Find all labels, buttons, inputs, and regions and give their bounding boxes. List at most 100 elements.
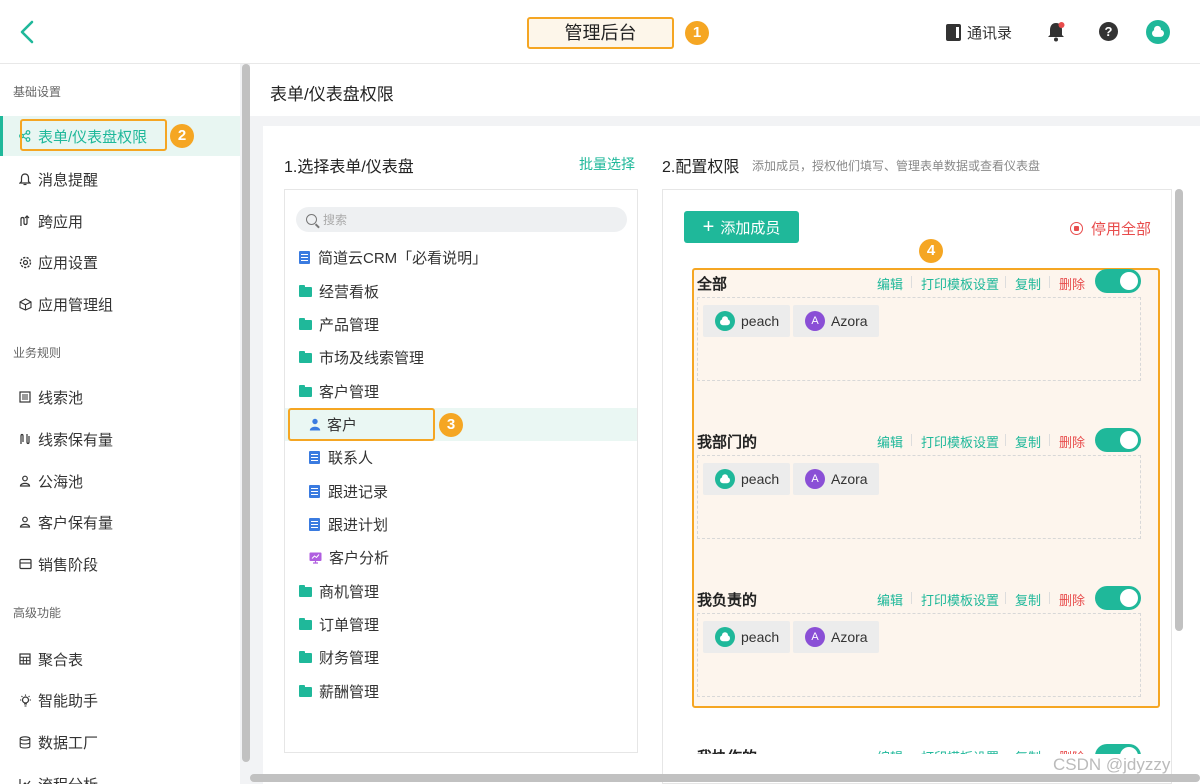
add-member-button[interactable]: + 添加成员 — [684, 211, 799, 243]
delete-link[interactable]: 删除 — [1059, 747, 1085, 754]
member-chip[interactable]: A Azora — [793, 463, 879, 495]
tree-folder-customer-mgmt[interactable]: 客户管理 — [285, 375, 637, 408]
sidebar-item-app-settings[interactable]: 应用设置 — [0, 242, 240, 282]
tree-item-label: 薪酬管理 — [319, 684, 380, 701]
step-marker-3: 3 — [439, 413, 463, 437]
edit-link[interactable]: 编辑 — [877, 432, 903, 451]
tree-item-label: 跟进计划 — [328, 517, 389, 534]
group-enable-toggle[interactable] — [1095, 744, 1141, 754]
folder-icon — [299, 584, 312, 597]
member-name: Azora — [831, 629, 868, 645]
edit-link[interactable]: 编辑 — [877, 590, 903, 609]
tree-folder-order[interactable]: 订单管理 — [285, 608, 637, 641]
stop-icon — [1070, 222, 1083, 235]
sidebar-item-label: 应用设置 — [38, 254, 99, 272]
copy-link[interactable]: 复制 — [1015, 432, 1041, 451]
member-avatar: A — [805, 627, 825, 647]
sidebar-item-data-factory[interactable]: 数据工厂 — [0, 722, 240, 762]
search-icon — [306, 214, 317, 225]
horizontal-scrollbar[interactable] — [250, 774, 1200, 782]
delete-link[interactable]: 删除 — [1059, 274, 1085, 293]
sidebar-item-lead-retention[interactable]: 线索保有量 — [0, 419, 240, 459]
back-arrow-icon[interactable] — [14, 16, 42, 48]
tree-item-followup-record[interactable]: 跟进记录 — [285, 475, 637, 508]
tree-item-contact[interactable]: 联系人 — [285, 441, 637, 474]
sidebar-item-sales-stage[interactable]: 销售阶段 — [0, 544, 240, 584]
contacts-button[interactable]: 通讯录 — [946, 22, 1012, 42]
notification-bell-icon[interactable] — [1046, 21, 1066, 43]
batch-select-link[interactable]: 批量选择 — [579, 154, 635, 174]
group-enable-toggle[interactable] — [1095, 269, 1141, 293]
tree-item-label: 联系人 — [328, 450, 374, 467]
gear-icon — [18, 255, 32, 269]
delete-link[interactable]: 删除 — [1059, 432, 1085, 451]
member-name: peach — [741, 313, 780, 329]
search-input[interactable] — [323, 212, 603, 227]
member-chip[interactable]: peach — [703, 305, 791, 337]
tree-folder-business-board[interactable]: 经营看板 — [285, 275, 637, 308]
sidebar-scrollbar[interactable] — [242, 64, 250, 762]
tree-folder-salary[interactable]: 薪酬管理 — [285, 675, 637, 708]
permission-group-name: 我部门的 — [697, 434, 758, 451]
search-box[interactable] — [296, 207, 627, 232]
permission-group-name: 全部 — [697, 276, 728, 293]
member-chip[interactable]: A Azora — [793, 305, 879, 337]
member-chip[interactable]: peach — [703, 463, 791, 495]
sidebar-item-label: 应用管理组 — [38, 296, 114, 314]
sidebar-item-label: 线索池 — [38, 389, 84, 407]
copy-link[interactable]: 复制 — [1015, 590, 1041, 609]
member-chip[interactable]: A Azora — [793, 621, 879, 653]
permission-group-partial: 我协作的 编辑 打印模板设置 复制 删除 — [662, 742, 1172, 754]
member-chip[interactable]: peach — [703, 621, 791, 653]
permission-scrollbar[interactable] — [1175, 189, 1183, 631]
document-icon — [299, 251, 310, 264]
sidebar-item-flow-analysis[interactable]: 流程分析 — [0, 764, 240, 784]
help-icon[interactable]: ? — [1099, 22, 1118, 41]
print-template-link[interactable]: 打印模板设置 — [921, 432, 999, 451]
copy-link[interactable]: 复制 — [1015, 274, 1041, 293]
print-template-link[interactable]: 打印模板设置 — [921, 274, 999, 293]
sidebar-item-message-reminder[interactable]: 消息提醒 — [0, 159, 240, 199]
sidebar-item-cross-app[interactable]: 跨应用 — [0, 201, 240, 241]
copy-link[interactable]: 复制 — [1015, 747, 1041, 754]
section-config-permission-title: 2.配置权限 — [662, 159, 740, 176]
edit-link[interactable]: 编辑 — [877, 747, 903, 754]
delete-link[interactable]: 删除 — [1059, 590, 1085, 609]
sidebar-item-lead-pool[interactable]: 线索池 — [0, 377, 240, 417]
sidebar-item-label: 智能助手 — [38, 692, 99, 710]
plus-icon: + — [702, 216, 715, 238]
tree-item-label: 简道云CRM「必看说明」 — [318, 250, 488, 267]
user-avatar[interactable] — [1146, 20, 1170, 44]
group-enable-toggle[interactable] — [1095, 428, 1141, 452]
contacts-label: 通讯录 — [967, 24, 1013, 42]
tree-item-label: 产品管理 — [319, 317, 380, 334]
print-template-link[interactable]: 打印模板设置 — [921, 590, 999, 609]
tree-item-followup-plan[interactable]: 跟进计划 — [285, 508, 637, 541]
step-marker-1: 1 — [685, 21, 709, 45]
step-marker-4: 4 — [919, 239, 943, 263]
tree-folder-market-leads[interactable]: 市场及线索管理 — [285, 341, 637, 374]
sidebar-group-basic: 基础设置 — [13, 85, 62, 99]
database-icon — [18, 735, 32, 749]
tree-folder-product[interactable]: 产品管理 — [285, 308, 637, 341]
sidebar-item-customer-retention[interactable]: 客户保有量 — [0, 502, 240, 542]
divider — [1049, 276, 1050, 288]
sidebar-item-app-admin-group[interactable]: 应用管理组 — [0, 284, 240, 324]
member-avatar: A — [805, 469, 825, 489]
group-enable-toggle[interactable] — [1095, 586, 1141, 610]
sidebar-item-form-dashboard-permission[interactable]: 表单/仪表盘权限 — [0, 116, 240, 156]
divider — [911, 592, 912, 604]
tree-item-crm-guide[interactable]: 简道云CRM「必看说明」 — [285, 241, 637, 274]
tree-item-customer-analysis[interactable]: 客户分析 — [285, 541, 637, 574]
tree-folder-finance[interactable]: 财务管理 — [285, 641, 637, 674]
edit-link[interactable]: 编辑 — [877, 274, 903, 293]
print-template-link[interactable]: 打印模板设置 — [921, 747, 999, 754]
member-name: peach — [741, 629, 780, 645]
sidebar-group-advanced: 高级功能 — [13, 606, 62, 620]
sidebar-item-smart-assistant[interactable]: 智能助手 — [0, 680, 240, 720]
disable-all-button[interactable]: 停用全部 — [1070, 218, 1151, 239]
tree-folder-opportunity[interactable]: 商机管理 — [285, 575, 637, 608]
sidebar-item-aggregate-table[interactable]: 聚合表 — [0, 639, 240, 679]
sidebar-item-label: 销售阶段 — [38, 556, 99, 574]
sidebar-item-public-pool[interactable]: 公海池 — [0, 461, 240, 501]
